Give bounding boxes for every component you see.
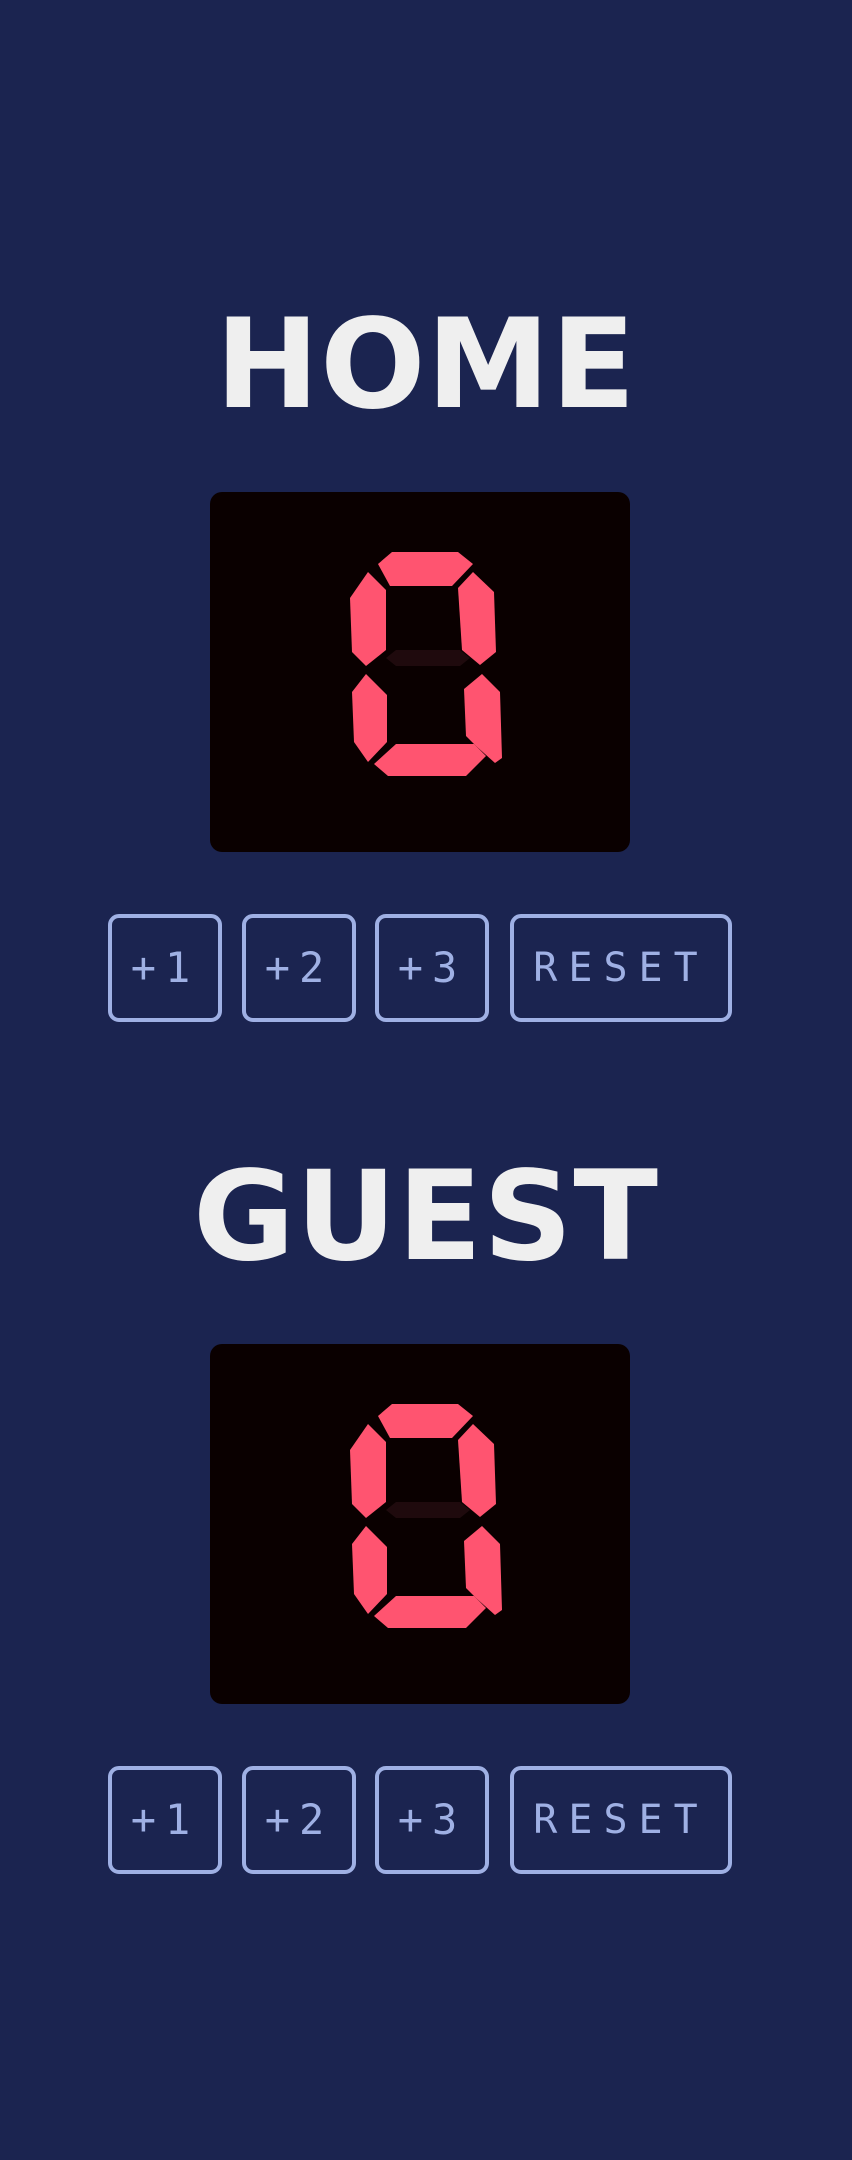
- home-score-digit: [350, 552, 502, 776]
- segment-g: [386, 650, 470, 666]
- guest-add-3-button[interactable]: +3: [375, 1766, 489, 1874]
- guest-add-1-button[interactable]: +1: [108, 1766, 222, 1874]
- guest-score-value: 0: [210, 1344, 211, 1345]
- home-score-display: 0: [210, 492, 630, 852]
- segment-f: [350, 1424, 386, 1518]
- home-title: HOME: [215, 293, 637, 437]
- home-add-2-button[interactable]: +2: [242, 914, 356, 1022]
- segment-b: [458, 572, 496, 665]
- segment-b: [458, 1424, 496, 1517]
- segment-d: [374, 1596, 486, 1628]
- segment-e: [352, 674, 387, 762]
- guest-team-panel: GUEST 0 +1 +2 +3 RESET: [0, 1142, 852, 1874]
- segment-a: [378, 1404, 473, 1438]
- guest-add-2-button[interactable]: +2: [242, 1766, 356, 1874]
- home-team-panel: HOME 0 +1 +2 +3 RESET: [0, 290, 852, 1022]
- guest-reset-button[interactable]: RESET: [510, 1766, 732, 1874]
- guest-score-digit: [350, 1404, 502, 1628]
- segment-f: [350, 572, 386, 666]
- home-add-3-button[interactable]: +3: [375, 914, 489, 1022]
- guest-score-display: 0: [210, 1344, 630, 1704]
- home-reset-button[interactable]: RESET: [510, 914, 732, 1022]
- home-add-1-button[interactable]: +1: [108, 914, 222, 1022]
- home-score-value: 0: [210, 492, 211, 493]
- segment-g: [386, 1502, 470, 1518]
- segment-a: [378, 552, 473, 586]
- guest-title: GUEST: [192, 1145, 660, 1289]
- segment-e: [352, 1526, 387, 1614]
- segment-d: [374, 744, 486, 776]
